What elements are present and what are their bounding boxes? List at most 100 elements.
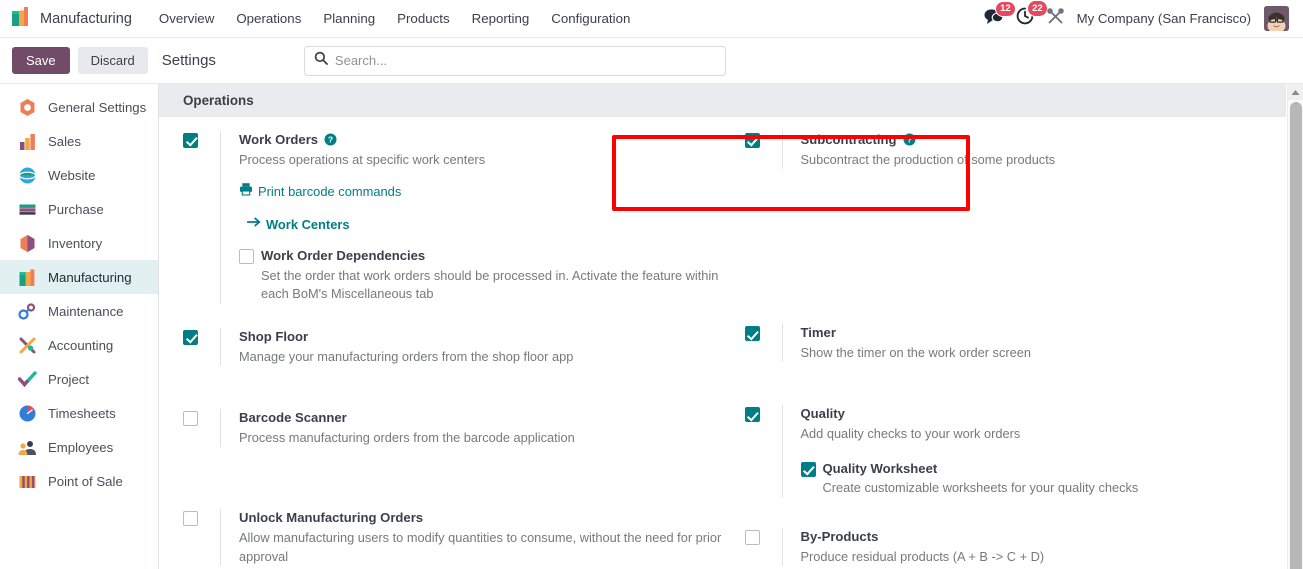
by-products-label: By-Products bbox=[800, 528, 879, 544]
sidebar-item-purchase[interactable]: Purchase bbox=[0, 192, 158, 226]
work-centers-label: Work Centers bbox=[266, 216, 350, 232]
sidebar-item-website[interactable]: Website bbox=[0, 158, 158, 192]
top-navbar: Manufacturing Overview Operations Planni… bbox=[0, 0, 1303, 38]
breadcrumb: Settings bbox=[161, 52, 216, 69]
settings-right-column: Subcontracting ? Subcontract the product… bbox=[723, 131, 1287, 569]
setting-quality: Quality Add quality checks to your work … bbox=[744, 405, 1287, 498]
quality-checkbox[interactable] bbox=[744, 407, 760, 423]
quality-worksheet-checkbox[interactable] bbox=[800, 461, 816, 477]
main-menu: Overview Operations Planning Products Re… bbox=[148, 5, 641, 32]
sidebar-label: Project bbox=[48, 371, 90, 387]
sidebar-item-employees[interactable]: Employees bbox=[0, 430, 158, 464]
settings-content: Operations Work Orders ? Process operati… bbox=[159, 84, 1303, 569]
project-icon bbox=[17, 370, 37, 389]
settings-left-column: Work Orders ? Process operations at spec… bbox=[159, 131, 723, 569]
quality-worksheet-description: Create customizable worksheets for your … bbox=[822, 480, 1139, 496]
menu-item-products[interactable]: Products bbox=[386, 5, 460, 32]
user-avatar[interactable] bbox=[1264, 6, 1289, 31]
app-brand[interactable]: Manufacturing bbox=[12, 6, 132, 31]
unlock-manufacturing-orders-description: Allow manufacturing users to modify quan… bbox=[239, 530, 722, 564]
search-icon bbox=[314, 51, 328, 70]
sidebar-label: Timesheets bbox=[48, 405, 116, 421]
help-question-icon[interactable]: ? bbox=[903, 133, 916, 146]
sidebar-item-timesheets[interactable]: Timesheets bbox=[0, 396, 158, 430]
manufacturing-icon bbox=[18, 268, 37, 287]
messages-badge-count: 12 bbox=[994, 0, 1017, 17]
unlock-manufacturing-orders-checkbox[interactable] bbox=[183, 511, 198, 527]
setting-work-orders: Work Orders ? Process operations at spec… bbox=[183, 131, 723, 304]
help-question-icon[interactable]: ? bbox=[324, 133, 337, 146]
manufacturing-app-icon bbox=[12, 6, 33, 31]
control-panel: Save Discard Settings bbox=[0, 38, 1303, 84]
svg-text:?: ? bbox=[328, 135, 333, 145]
work-order-dependencies-description: Set the order that work orders should be… bbox=[261, 267, 719, 302]
print-barcode-commands-link[interactable]: Print barcode commands bbox=[239, 182, 723, 201]
sidebar-item-project[interactable]: Project bbox=[0, 362, 158, 396]
activities-badge-count: 22 bbox=[1026, 0, 1049, 17]
timer-description: Show the timer on the work order screen bbox=[800, 344, 1031, 360]
subcontracting-label: Subcontracting bbox=[800, 132, 897, 147]
work-centers-link[interactable]: Work Centers bbox=[239, 215, 723, 233]
sidebar-label: Point of Sale bbox=[48, 473, 123, 489]
sales-icon bbox=[18, 132, 37, 151]
quality-worksheet-label: Quality Worksheet bbox=[822, 460, 938, 476]
subcontracting-checkbox[interactable] bbox=[744, 133, 760, 148]
sidebar-item-accounting[interactable]: Accounting bbox=[0, 328, 158, 362]
purchase-icon bbox=[18, 200, 37, 219]
menu-item-configuration[interactable]: Configuration bbox=[540, 5, 641, 32]
debug-menu[interactable] bbox=[1046, 7, 1064, 30]
maintenance-icon bbox=[18, 302, 37, 321]
checkbox-cell bbox=[183, 131, 220, 304]
menu-item-reporting[interactable]: Reporting bbox=[461, 5, 541, 32]
activities-menu[interactable]: 22 bbox=[1016, 0, 1049, 30]
vertical-scrollbar[interactable] bbox=[1287, 84, 1303, 569]
barcode-scanner-label: Barcode Scanner bbox=[239, 410, 347, 426]
by-products-checkbox[interactable] bbox=[744, 529, 760, 545]
unlock-manufacturing-orders-label: Unlock Manufacturing Orders bbox=[239, 510, 424, 526]
barcode-scanner-checkbox[interactable] bbox=[183, 411, 198, 427]
print-barcode-commands-label: Print barcode commands bbox=[258, 184, 402, 200]
menu-item-planning[interactable]: Planning bbox=[312, 5, 386, 32]
work-orders-checkbox[interactable] bbox=[183, 133, 198, 148]
arrow-right-icon bbox=[246, 215, 261, 233]
company-switcher[interactable]: My Company (San Francisco) bbox=[1077, 11, 1251, 26]
quality-description: Add quality checks to your work orders bbox=[800, 426, 1021, 442]
search-input[interactable] bbox=[334, 53, 716, 68]
menu-item-overview[interactable]: Overview bbox=[148, 5, 225, 32]
sidebar-label: Sales bbox=[48, 133, 81, 149]
messages-menu[interactable]: 12 bbox=[984, 0, 1017, 30]
sidebar-label: Purchase bbox=[48, 201, 104, 217]
work-order-dependencies-label: Work Order Dependencies bbox=[261, 248, 426, 264]
sidebar-label: General Settings bbox=[48, 99, 147, 115]
timesheets-icon bbox=[18, 404, 37, 423]
sidebar-item-general-settings[interactable]: General Settings bbox=[0, 90, 158, 124]
sidebar-item-point-of-sale[interactable]: Point of Sale bbox=[0, 464, 158, 498]
sidebar-item-sales[interactable]: Sales bbox=[0, 124, 158, 158]
sidebar-item-manufacturing[interactable]: Manufacturing bbox=[0, 260, 158, 294]
work-order-dependencies-checkbox[interactable] bbox=[239, 249, 254, 265]
menu-item-operations[interactable]: Operations bbox=[225, 5, 312, 32]
setting-shop-floor: Shop Floor Manage your manufacturing ord… bbox=[183, 327, 723, 367]
shop-floor-checkbox[interactable] bbox=[183, 329, 198, 345]
work-orders-label: Work Orders bbox=[239, 132, 319, 147]
scrollbar-thumb[interactable] bbox=[1290, 102, 1302, 569]
sidebar-item-maintenance[interactable]: Maintenance bbox=[0, 294, 158, 328]
timer-checkbox[interactable] bbox=[744, 326, 760, 342]
crossed-tools-icon bbox=[1046, 7, 1064, 30]
sidebar-label: Manufacturing bbox=[48, 269, 132, 285]
sidebar-item-inventory[interactable]: Inventory bbox=[0, 226, 158, 260]
discard-button[interactable]: Discard bbox=[77, 47, 148, 74]
scroll-up-arrow-icon[interactable] bbox=[1288, 84, 1303, 100]
save-button[interactable]: Save bbox=[12, 47, 70, 74]
sidebar-label: Maintenance bbox=[48, 303, 124, 319]
page-body: General Settings Sales Website Purchase … bbox=[0, 84, 1303, 569]
website-icon bbox=[18, 166, 37, 185]
search-bar[interactable] bbox=[303, 45, 726, 76]
barcode-scanner-description: Process manufacturing orders from the ba… bbox=[239, 429, 575, 445]
sidebar-label: Employees bbox=[48, 439, 114, 455]
employees-icon bbox=[18, 438, 37, 457]
navbar-systray: 12 22 My Company (San Francisco) bbox=[984, 0, 1293, 31]
by-products-description: Produce residual products (A + B -> C + … bbox=[800, 548, 1045, 564]
section-header-operations: Operations bbox=[159, 84, 1286, 117]
setting-by-products: By-Products Produce residual products (A… bbox=[744, 527, 1287, 567]
